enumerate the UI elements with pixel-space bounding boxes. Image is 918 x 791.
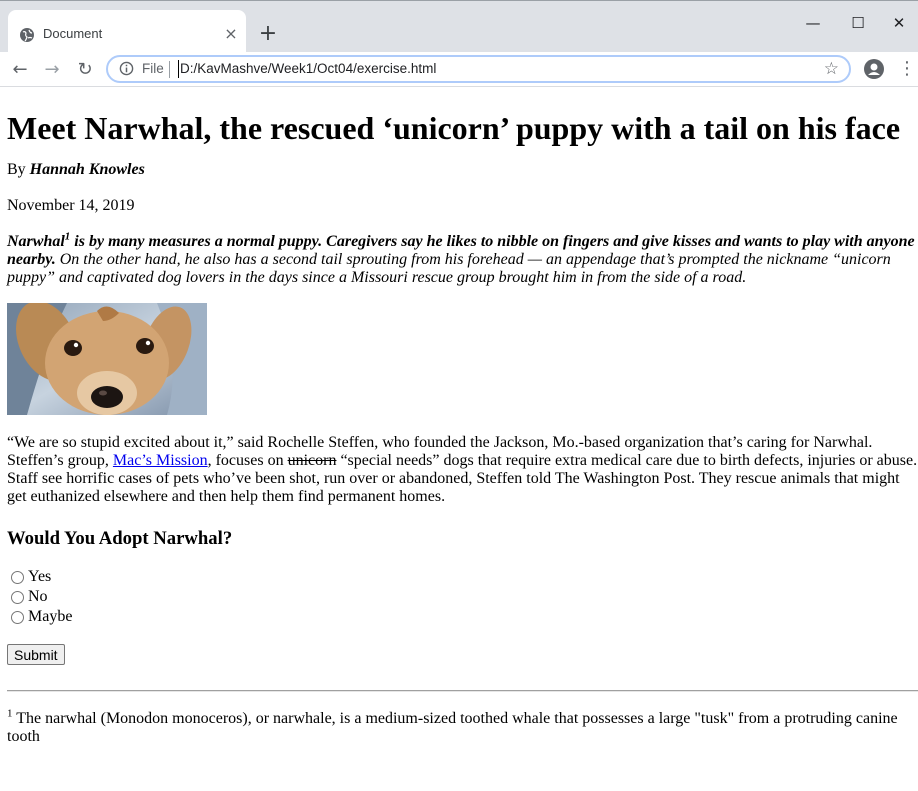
radio-option-no[interactable]: No [7,587,918,607]
radio-label-no: No [28,588,48,605]
struck-word: unicorn [287,452,337,469]
article-paragraph: “We are so stupid excited about it,” sai… [7,434,918,506]
submit-button[interactable]: Submit [7,644,65,665]
article-title: Meet Narwhal, the rescued ‘unicorn’ pupp… [7,110,901,146]
lede-paragraph: Narwhal1 is by many measures a normal pu… [7,231,918,287]
publish-date: November 14, 2019 [7,197,135,214]
puppy-photo [7,303,207,415]
text-cursor [178,60,179,78]
minimize-icon[interactable]: — [798,11,828,35]
radio-no[interactable] [11,590,24,604]
radio-option-yes[interactable]: Yes [7,567,918,587]
byline: By Hannah Knowles [7,161,918,179]
macs-mission-link[interactable]: Mac’s Mission [113,452,208,469]
info-icon[interactable] [119,61,134,76]
forward-arrow-icon[interactable]: → [40,58,64,82]
reload-icon[interactable]: ↻ [73,58,97,82]
new-tab-button[interactable]: + [256,23,280,47]
address-bar[interactable]: File D:/KavMashve/Week1/Oct04/exercise.h… [106,55,851,83]
url-text[interactable]: D:/KavMashve/Week1/Oct04/exercise.html [180,61,436,76]
radio-option-maybe[interactable]: Maybe [7,607,918,627]
back-arrow-icon[interactable]: ← [8,58,32,82]
globe-icon [20,28,34,42]
footnote: 1 The narwhal (Monodon monoceros), or na… [7,708,918,746]
menu-dots-icon[interactable]: ⋮ [898,58,916,80]
footnote-text: The narwhal (Monodon monoceros), or narw… [7,710,898,745]
page-content: Meet Narwhal, the rescued ‘unicorn’ pupp… [7,88,918,746]
maximize-icon[interactable]: ☐ [843,11,873,35]
lede-text: On the other hand, he also has a second … [7,251,891,286]
poll-question: Would You Adopt Narwhal? [7,528,233,549]
radio-label-maybe: Maybe [28,608,73,625]
scheme-label: File [142,61,164,76]
browser-toolbar: ← → ↻ File D:/KavMashve/Week1/Oct04/exer… [0,52,918,87]
author-name: Hannah Knowles [29,161,145,178]
profile-avatar-icon[interactable] [864,59,884,79]
bookmark-star-icon[interactable]: ☆ [824,59,839,79]
radio-maybe[interactable] [11,610,24,624]
footnote-divider [7,690,918,692]
tab-strip: Document × + — ☐ ✕ [0,0,918,53]
radio-yes[interactable] [11,570,24,584]
paragraph-text-2: , focuses on [207,452,288,469]
tab-title: Document [43,26,103,41]
byline-label: By [7,161,26,178]
close-tab-icon[interactable]: × [222,25,240,43]
radio-label-yes: Yes [28,568,52,585]
adopt-radio-group: Yes No Maybe [7,567,918,627]
tab-document[interactable]: Document × [8,10,246,53]
omnibox-separator [169,61,170,78]
close-window-icon[interactable]: ✕ [884,11,914,35]
lede-subject: Narwhal [7,233,65,250]
